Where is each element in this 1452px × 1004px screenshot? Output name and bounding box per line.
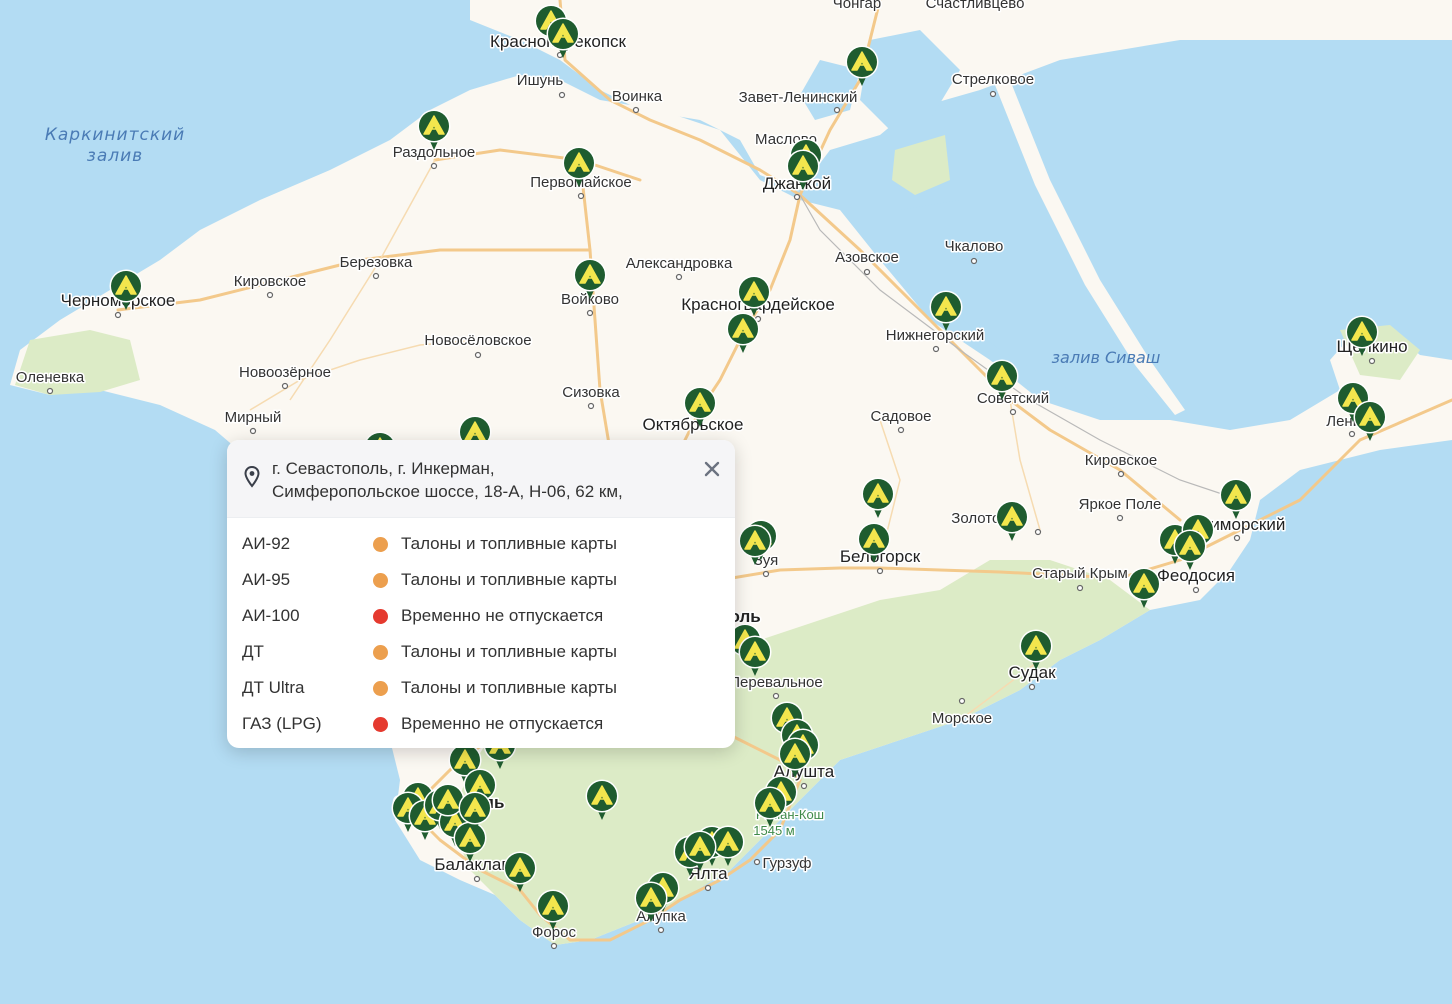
place-label-feodosiya: Феодосия bbox=[1157, 566, 1235, 585]
fuel-name: ГАЗ (LPG) bbox=[242, 714, 322, 733]
place-label-chkalovo: Чкалово bbox=[945, 238, 1004, 255]
place-label-sovetsky: Советский bbox=[977, 390, 1049, 407]
status-dot bbox=[373, 609, 388, 624]
place-label-novoozernoe: Новоозёрное bbox=[239, 364, 331, 381]
place-label-sizovka: Сизовка bbox=[562, 384, 620, 401]
status-dot bbox=[373, 717, 388, 732]
place-label-stary-krym: Старый Крым bbox=[1032, 565, 1128, 582]
station-popup[interactable]: г. Севастополь, г. Инкерман, Симферополь… bbox=[227, 440, 735, 748]
place-label-voinka: Воинка bbox=[612, 88, 663, 105]
fuel-status: Талоны и топливные карты bbox=[401, 534, 618, 553]
place-label-yarkoe-pole: Яркое Поле bbox=[1079, 496, 1162, 513]
place-label-sudak: Судак bbox=[1008, 663, 1056, 682]
location-pin-icon bbox=[244, 466, 260, 488]
fuel-list: АИ-92 Талоны и топливные карты АИ-95 Тал… bbox=[227, 518, 735, 742]
fuel-name: АИ-100 bbox=[242, 606, 300, 625]
place-label-schastlivtsevo: Счастливцево bbox=[926, 0, 1025, 12]
fuel-name: АИ-95 bbox=[242, 570, 291, 589]
fuel-status: Талоны и топливные карты bbox=[401, 642, 618, 661]
fuel-row: АИ-92 Талоны и топливные карты bbox=[227, 526, 735, 562]
status-dot bbox=[373, 681, 388, 696]
place-label-ishun: Ишунь bbox=[517, 72, 564, 89]
fuel-status: Временно не отпускается bbox=[401, 714, 604, 733]
place-label-azovskoe: Азовское bbox=[835, 249, 899, 266]
place-label-aleksandrovka: Александровка bbox=[626, 255, 733, 272]
place-label-roman-kosh-h: 1545 м bbox=[753, 823, 795, 838]
station-address: г. Севастополь, г. Инкерман, Симферополь… bbox=[272, 457, 623, 503]
place-label-morskoe: Морское bbox=[932, 710, 992, 727]
place-label-sadovoe: Садовое bbox=[871, 408, 932, 425]
fuel-row: ДТ Ultra Талоны и топливные карты bbox=[227, 670, 735, 706]
place-label-kirovskoe-e: Кировское bbox=[1085, 452, 1158, 469]
fuel-name: ДТ Ultra bbox=[242, 678, 305, 697]
fuel-status: Талоны и топливные карты bbox=[401, 570, 618, 589]
fuel-status: Талоны и топливные карты bbox=[401, 678, 618, 697]
close-icon[interactable] bbox=[701, 458, 723, 480]
place-label-novoselovskoe: Новосёловское bbox=[424, 332, 531, 349]
fuel-row: АИ-95 Талоны и топливные карты bbox=[227, 562, 735, 598]
place-label-strelkovoe: Стрелковое bbox=[952, 71, 1034, 88]
fuel-row: АИ-100 Временно не отпускается bbox=[227, 598, 735, 634]
status-dot bbox=[373, 573, 388, 588]
fuel-name: АИ-92 bbox=[242, 534, 291, 553]
water-label-sivash: залив Сиваш bbox=[1052, 348, 1161, 367]
place-label-kirovskoe-w: Кировское bbox=[234, 273, 307, 290]
place-label-berezovka: Березовка bbox=[340, 254, 413, 271]
address-line-1: г. Севастополь, г. Инкерман, bbox=[272, 459, 495, 478]
water-label-karkinit-1: Каркинитский bbox=[45, 125, 185, 145]
fuel-row: ГАЗ (LPG) Временно не отпускается bbox=[227, 706, 735, 742]
address-line-2: Симферопольское шоссе, 18-А, Н-06, 62 км… bbox=[272, 482, 623, 501]
place-label-gurzuf: Гурзуф bbox=[762, 855, 811, 872]
status-dot bbox=[373, 645, 388, 660]
fuel-status: Временно не отпускается bbox=[401, 606, 604, 625]
popup-header: г. Севастополь, г. Инкерман, Симферополь… bbox=[227, 440, 735, 518]
fuel-row: ДТ Талоны и топливные карты bbox=[227, 634, 735, 670]
water-label-karkinit-2: залив bbox=[87, 146, 143, 166]
place-label-mirny: Мирный bbox=[225, 409, 282, 426]
status-dot bbox=[373, 537, 388, 552]
place-label-zavet-leninsky: Завет-Ленинский bbox=[739, 89, 858, 106]
place-label-perevalnoe: Перевальное bbox=[729, 674, 823, 691]
place-label-olenevka: Оленевка bbox=[16, 369, 85, 386]
place-label-chongar: Чонгар bbox=[833, 0, 881, 12]
place-label-nizhnegorsky: Нижнегорский bbox=[886, 327, 985, 344]
fuel-name: ДТ bbox=[242, 642, 264, 661]
